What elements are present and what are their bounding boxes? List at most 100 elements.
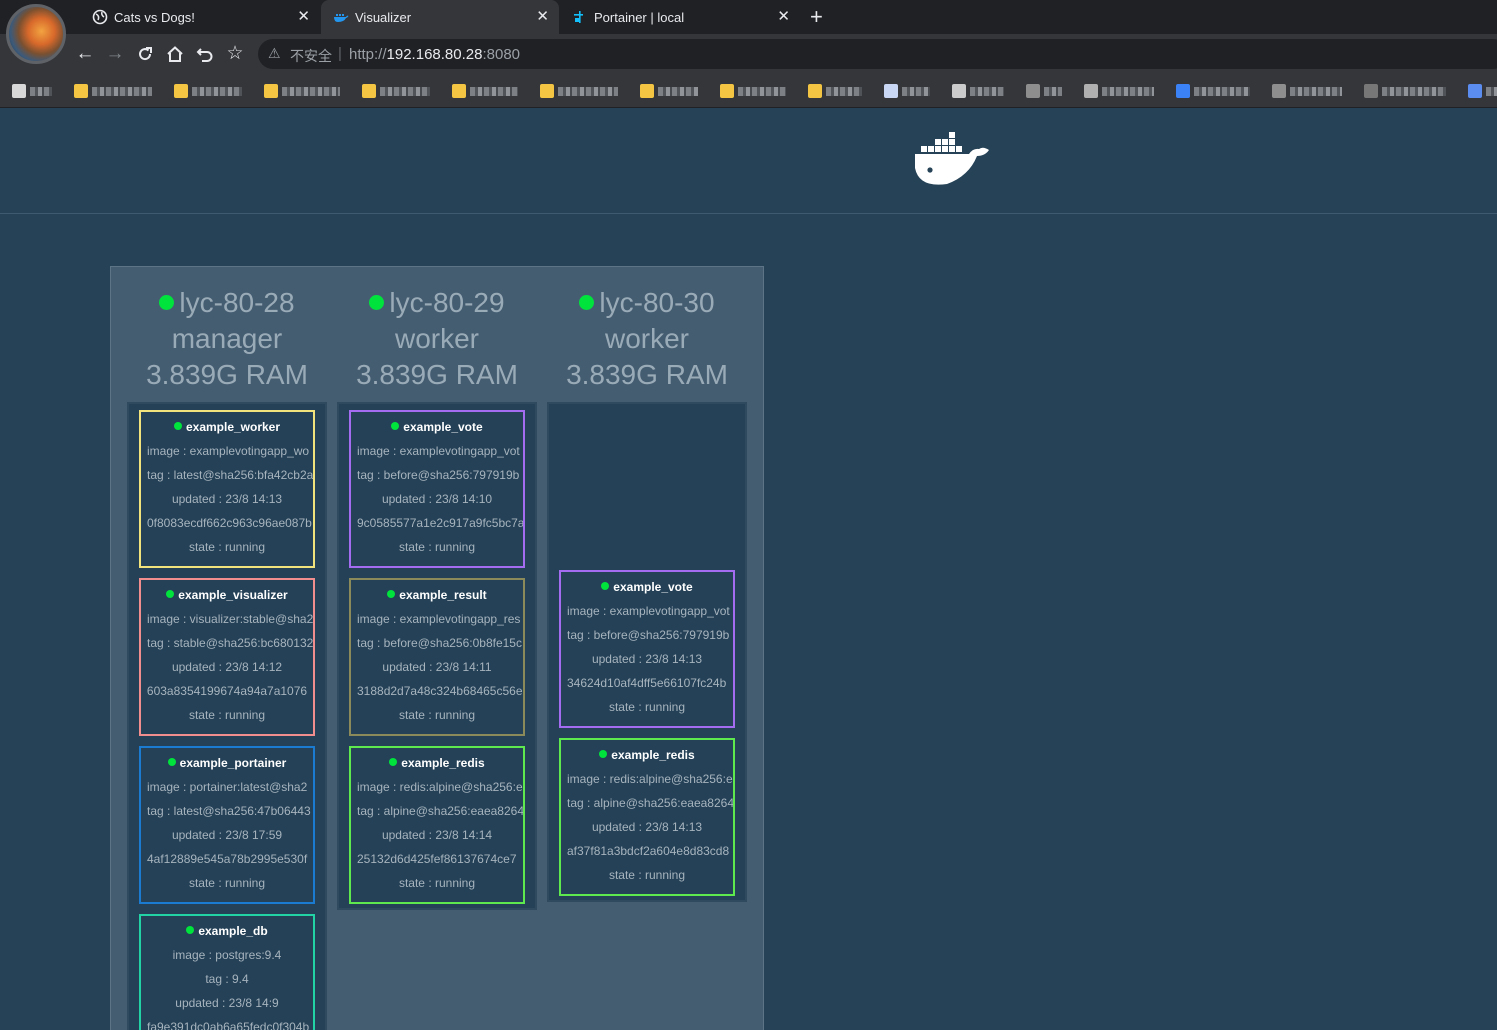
bookmark-star-icon[interactable]: ☆ <box>224 42 246 66</box>
task-card[interactable]: example_visualizer image : visualizer:sta… <box>139 578 315 736</box>
task-image: image : portainer:latest@sha2 <box>147 780 308 794</box>
globe-icon <box>92 9 108 25</box>
status-dot <box>579 295 595 310</box>
reload-icon[interactable] <box>134 42 156 66</box>
bookmark-item[interactable] <box>1468 84 1497 98</box>
bookmark-item[interactable] <box>1364 84 1446 98</box>
bookmark-label-blurred <box>902 87 930 96</box>
bookmark-item[interactable] <box>884 84 930 98</box>
new-tab-button[interactable]: + <box>810 5 823 29</box>
divider: | <box>338 45 342 62</box>
bookmark-item[interactable] <box>808 84 862 98</box>
node-header: lyc-80-29 worker 3.839G RAM <box>337 267 537 393</box>
bookmark-item[interactable] <box>1026 84 1062 98</box>
task-name: example_vote <box>351 420 523 434</box>
bookmark-item[interactable] <box>74 84 152 98</box>
bookmark-favicon-icon <box>452 84 466 98</box>
bookmark-item[interactable] <box>1272 84 1342 98</box>
bookmark-item[interactable] <box>452 84 518 98</box>
warning-icon: ⚠ <box>268 45 281 61</box>
status-dot <box>387 590 396 598</box>
task-updated: updated : 23/8 14:13 <box>591 820 703 834</box>
bookmark-favicon-icon <box>1468 84 1482 98</box>
task-card[interactable]: example_redis image : redis:alpine@sha256… <box>349 746 525 904</box>
task-card[interactable]: example_resultimage : examplevotingapp_r… <box>349 578 525 736</box>
task-image: image : redis:alpine@sha256:e <box>357 780 523 794</box>
undo-icon[interactable] <box>194 42 216 66</box>
tab-title: Portainer | local <box>594 10 685 25</box>
task-updated: updated : 23/8 14:13 <box>171 492 283 506</box>
task-card[interactable]: example_db image : postgres:9.4 tag : 9.4 u… <box>139 914 315 1030</box>
tab-title: Visualizer <box>355 10 412 25</box>
task-name-text: example_visualizer <box>178 588 288 602</box>
address-bar[interactable]: ⚠ 不安全 | http://192.168.80.28:8080 <box>258 39 1497 69</box>
task-card[interactable]: example_portainerimage : portainer:lates… <box>139 746 315 904</box>
task-card[interactable]: example_voteimage : examplevotingapp_vot… <box>349 410 525 568</box>
task-card[interactable]: example_vote image : examplevotingapp_vot… <box>559 570 735 728</box>
swarm-cluster: lyc-80-28 manager 3.839G RAM example_wor… <box>110 266 764 1030</box>
bookmark-item[interactable] <box>952 84 1004 98</box>
task-tag: tag : alpine@sha256:eaea8264 <box>357 804 523 818</box>
task-state: state : running <box>188 540 266 554</box>
task-id: af37f81a3bdcf2a604e8d83cd8 <box>567 844 730 858</box>
bookmark-item[interactable] <box>1176 84 1250 98</box>
bookmark-favicon-icon <box>540 84 554 98</box>
task-id: 25132d6d425fef86137674ce7 <box>357 852 517 866</box>
node-task-list: example_worker image : examplevotingapp_w… <box>127 402 327 1030</box>
bookmark-favicon-icon <box>808 84 822 98</box>
task-card[interactable]: example_redisimage : redis:alpine@sha256… <box>559 738 735 896</box>
task-name: example_result <box>351 588 523 602</box>
bookmark-label-blurred <box>282 87 340 96</box>
bookmark-item[interactable] <box>12 84 52 98</box>
profile-avatar[interactable] <box>6 4 66 64</box>
task-state: state : running <box>398 708 476 722</box>
task-image: image : examplevotingapp_vot <box>357 444 520 458</box>
task-state: state : running <box>608 700 686 714</box>
bookmark-label-blurred <box>558 87 618 96</box>
task-state: state : running <box>398 876 476 890</box>
task-id: 3188d2d7a48c324b68465c56e <box>357 684 523 698</box>
node-lyc-80-30: lyc-80-30 worker 3.839G RAM example_vote… <box>547 267 747 902</box>
task-image: image : redis:alpine@sha256:e <box>567 772 733 786</box>
task-image: image : examplevotingapp_wo <box>147 444 310 458</box>
bookmark-label-blurred <box>380 87 430 96</box>
task-id: 34624d10af4dff5e66107fc24b <box>567 676 727 690</box>
node-role: worker <box>394 323 479 354</box>
bookmark-favicon-icon <box>362 84 376 98</box>
tab-portainer[interactable]: Portainer | local ✕ <box>560 0 800 34</box>
task-name-text: example_portainer <box>179 756 287 770</box>
task-image: image : examplevotingapp_res <box>357 612 521 626</box>
bookmark-favicon-icon <box>720 84 734 98</box>
back-arrow-icon[interactable]: ← <box>74 42 96 66</box>
task-updated: updated : 23/8 14:11 <box>382 660 492 674</box>
close-icon[interactable]: ✕ <box>297 8 310 26</box>
status-dot <box>167 758 176 766</box>
bookmark-item[interactable] <box>174 84 242 98</box>
node-header: lyc-80-28 manager 3.839G RAM <box>127 267 327 393</box>
tab-cats-vs-dogs[interactable]: Cats vs Dogs! ✕ <box>80 0 320 34</box>
bookmark-item[interactable] <box>264 84 340 98</box>
bookmark-item[interactable] <box>720 84 786 98</box>
task-name-text: example_redis <box>611 748 695 762</box>
bookmark-favicon-icon <box>174 84 188 98</box>
browser-toolbar: ← → ☆ ⚠ 不安全 | http://192.168.80.28:8080 <box>0 34 1497 74</box>
status-dot <box>391 422 400 430</box>
task-name: example_vote <box>561 580 733 594</box>
forward-arrow-icon[interactable]: → <box>104 42 126 66</box>
close-icon[interactable]: ✕ <box>777 8 790 26</box>
bookmark-favicon-icon <box>884 84 898 98</box>
bookmark-item[interactable] <box>1084 84 1154 98</box>
bookmark-item[interactable] <box>640 84 698 98</box>
task-tag: tag : before@sha256:797919b <box>567 628 730 642</box>
bookmark-label-blurred <box>1102 87 1154 96</box>
bookmark-favicon-icon <box>952 84 966 98</box>
home-icon[interactable] <box>164 42 186 66</box>
task-state: state : running <box>398 540 476 554</box>
tab-visualizer[interactable]: Visualizer ✕ <box>321 0 559 34</box>
task-card[interactable]: example_worker image : examplevotingapp_w… <box>139 410 315 568</box>
close-icon[interactable]: ✕ <box>536 8 549 26</box>
url-text: http://192.168.80.28:8080 <box>349 46 521 63</box>
bookmark-item[interactable] <box>540 84 618 98</box>
bookmark-item[interactable] <box>362 84 430 98</box>
visualizer-header <box>0 108 1497 214</box>
